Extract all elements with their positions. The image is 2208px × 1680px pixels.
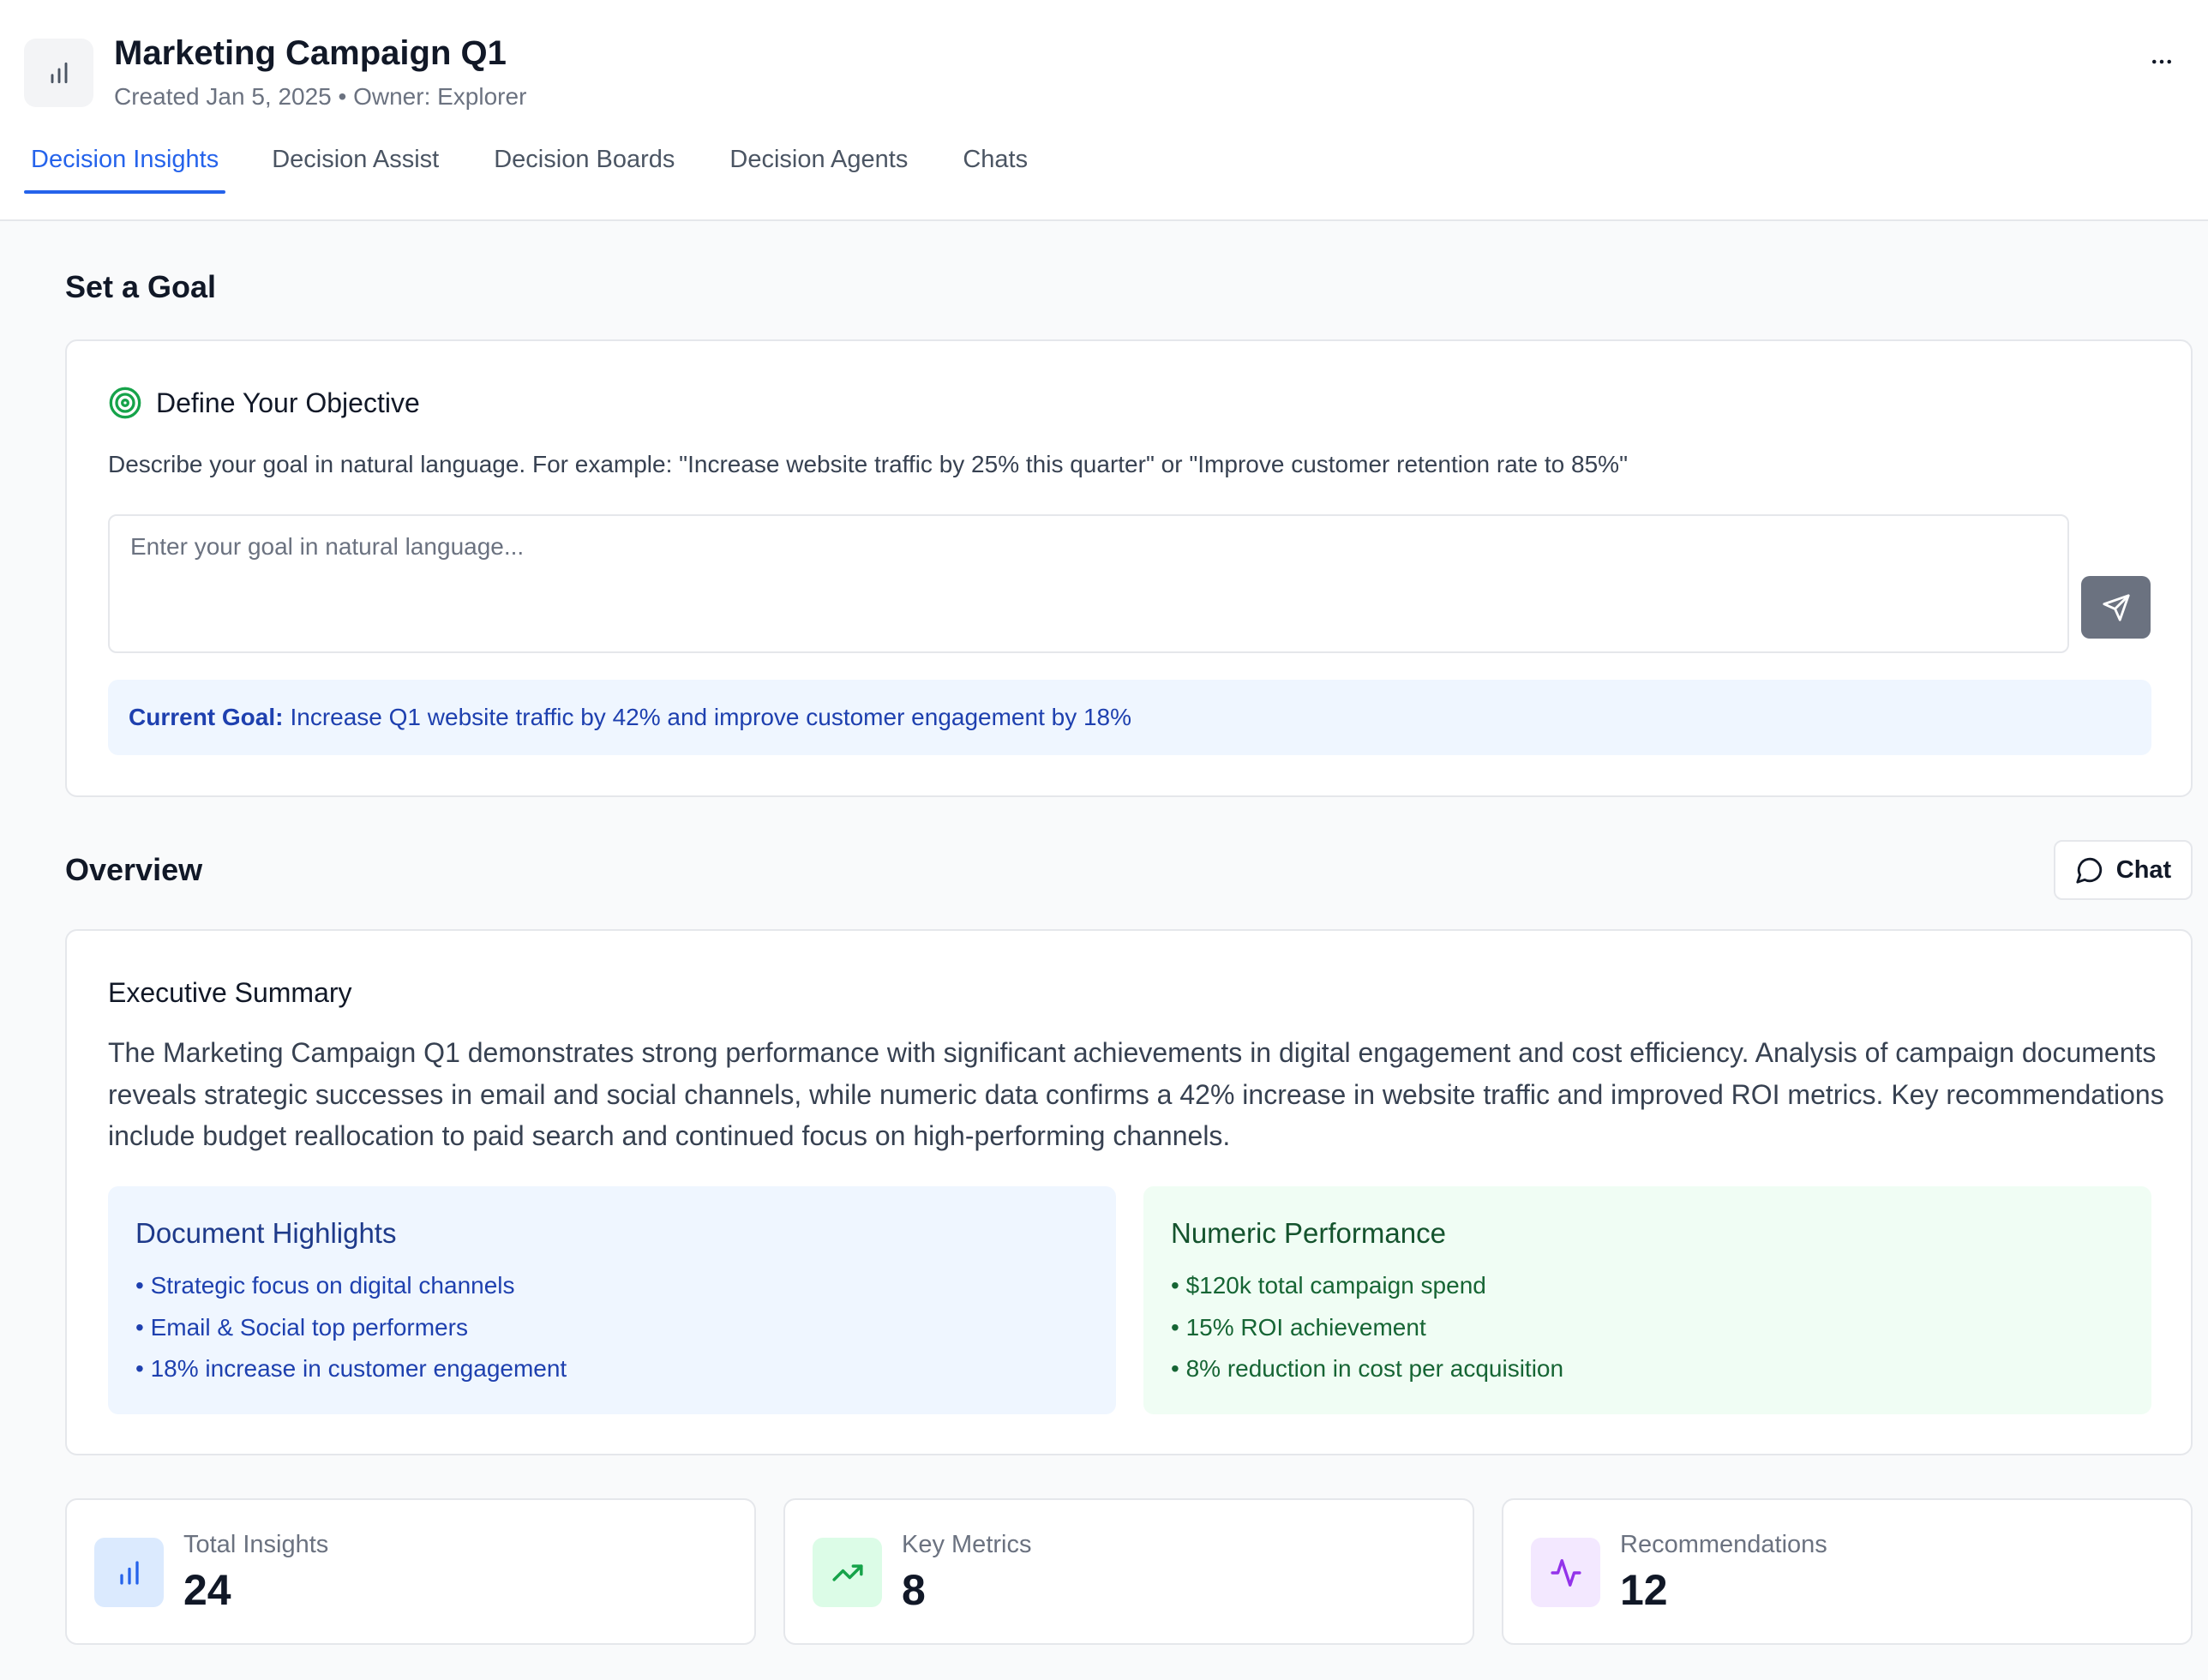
stat-card-key-metrics: Key Metrics 8 xyxy=(783,1498,1474,1645)
stat-value: 24 xyxy=(183,1566,231,1614)
goal-input[interactable] xyxy=(108,514,2069,653)
message-circle-icon xyxy=(2076,857,2102,884)
stat-value: 8 xyxy=(902,1566,926,1614)
stat-card-recommendations: Recommendations 12 xyxy=(1502,1498,2193,1645)
more-options-button[interactable] xyxy=(2143,43,2181,81)
chat-button-label: Chat xyxy=(2115,855,2172,884)
document-highlights-title: Document Highlights xyxy=(135,1217,397,1249)
numeric-performance-list: $120k total campaign spend 15% ROI achie… xyxy=(1171,1265,2124,1390)
list-item: Strategic focus on digital channels xyxy=(135,1265,1089,1307)
current-goal-banner: Current Goal: Increase Q1 website traffi… xyxy=(108,680,2151,755)
list-item: 15% ROI achievement xyxy=(1171,1307,2124,1349)
page-header: Marketing Campaign Q1 Created Jan 5, 202… xyxy=(0,0,2208,221)
activity-icon xyxy=(1531,1538,1600,1607)
objective-header: Define Your Objective xyxy=(108,386,420,420)
chat-button[interactable]: Chat xyxy=(2054,840,2193,900)
numeric-performance-title: Numeric Performance xyxy=(1171,1217,1446,1249)
bar-chart-icon xyxy=(94,1538,164,1607)
stat-card-total-insights: Total Insights 24 xyxy=(65,1498,756,1645)
list-item: Email & Social top performers xyxy=(135,1307,1089,1349)
goal-card: Define Your Objective Describe your goal… xyxy=(65,339,2193,797)
list-item: 18% increase in customer engagement xyxy=(135,1348,1089,1390)
set-goal-heading: Set a Goal xyxy=(65,269,217,304)
tab-decision-assist[interactable]: Decision Assist xyxy=(265,137,446,194)
stat-label: Total Insights xyxy=(183,1531,329,1558)
stat-value: 12 xyxy=(1620,1566,1668,1614)
tab-decision-insights[interactable]: Decision Insights xyxy=(24,137,226,194)
document-highlights-list: Strategic focus on digital channels Emai… xyxy=(135,1265,1089,1390)
document-highlights-panel: Document Highlights Strategic focus on d… xyxy=(108,1186,1116,1414)
executive-summary-card: Executive Summary The Marketing Campaign… xyxy=(65,929,2193,1455)
send-icon xyxy=(2102,593,2130,621)
current-goal-text: Increase Q1 website traffic by 42% and i… xyxy=(290,704,1132,730)
list-item: 8% reduction in cost per acquisition xyxy=(1171,1348,2124,1390)
trending-up-icon xyxy=(813,1538,882,1607)
target-icon xyxy=(109,387,141,419)
send-goal-button[interactable] xyxy=(2081,576,2151,639)
overview-heading: Overview xyxy=(65,852,203,887)
bar-chart-icon xyxy=(24,39,93,107)
tab-chats[interactable]: Chats xyxy=(956,137,1035,194)
objective-title: Define Your Objective xyxy=(156,387,420,418)
stat-label: Key Metrics xyxy=(902,1531,1032,1558)
tab-decision-agents[interactable]: Decision Agents xyxy=(723,137,915,194)
objective-description: Describe your goal in natural language. … xyxy=(108,451,1629,477)
numeric-performance-panel: Numeric Performance $120k total campaign… xyxy=(1143,1186,2151,1414)
more-horizontal-icon xyxy=(2152,59,2171,64)
current-goal-label: Current Goal: xyxy=(129,704,284,730)
stat-label: Recommendations xyxy=(1620,1531,1827,1558)
list-item: $120k total campaign spend xyxy=(1171,1265,2124,1307)
tab-decision-boards[interactable]: Decision Boards xyxy=(487,137,681,194)
executive-summary-title: Executive Summary xyxy=(108,977,352,1008)
tab-bar: Decision Insights Decision Assist Decisi… xyxy=(24,137,1035,194)
page-meta: Created Jan 5, 2025 • Owner: Explorer xyxy=(114,83,527,110)
executive-summary-text: The Marketing Campaign Q1 demonstrates s… xyxy=(108,1037,2164,1151)
page-title: Marketing Campaign Q1 xyxy=(114,34,507,72)
